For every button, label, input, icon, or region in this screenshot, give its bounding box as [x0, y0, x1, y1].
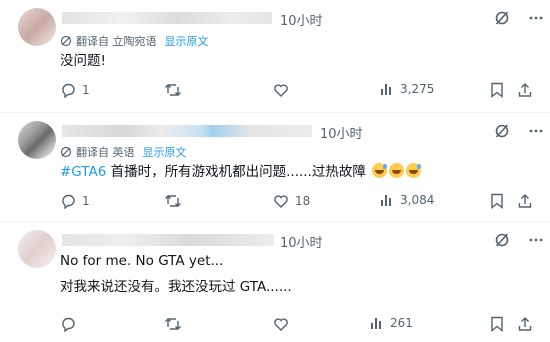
- share-icon: [518, 194, 532, 208]
- post-time[interactable]: 10小时: [280, 10, 323, 29]
- reply-count: 1: [82, 194, 90, 208]
- share-icon: [518, 317, 532, 331]
- blurred-username[interactable]: [62, 125, 312, 137]
- like-button[interactable]: 18: [273, 193, 310, 209]
- action-bar: 261: [60, 316, 540, 334]
- share-button[interactable]: [517, 316, 533, 332]
- view-count: 3,084: [400, 193, 435, 207]
- views-icon: [381, 84, 391, 95]
- repost-button[interactable]: [164, 193, 188, 209]
- reply-button[interactable]: [60, 316, 82, 332]
- translated-from-label: 翻译自 英语: [76, 146, 135, 159]
- grok-icon[interactable]: [494, 10, 510, 26]
- reply-icon: [62, 83, 75, 98]
- grinning-sweat-emoji: [372, 163, 388, 178]
- avatar[interactable]: [18, 121, 56, 159]
- views-button[interactable]: 261: [370, 316, 413, 330]
- grok-icon[interactable]: [494, 232, 510, 248]
- show-original-link[interactable]: 显示原文: [165, 33, 209, 49]
- reply-top-actions: [494, 232, 544, 248]
- post-time[interactable]: 10小时: [280, 232, 323, 251]
- action-bar: 1 3,275: [60, 82, 540, 100]
- translated-from-label: 翻译自 立陶宛语: [76, 35, 157, 48]
- heart-icon: [274, 195, 288, 208]
- share-icon: [518, 83, 532, 97]
- bookmark-icon: [491, 82, 503, 98]
- bookmark-button[interactable]: [490, 193, 504, 209]
- grok-icon[interactable]: [494, 123, 510, 139]
- translate-icon: [60, 146, 72, 158]
- reply-top-actions: [494, 123, 544, 139]
- post-time[interactable]: 10小时: [320, 123, 363, 142]
- views-icon: [371, 318, 381, 329]
- view-count: 3,275: [400, 82, 435, 96]
- like-count: 18: [295, 194, 311, 208]
- repost-button[interactable]: [164, 82, 188, 98]
- reply-text-translated: 对我来说还没有。我还没玩过 GTA......: [60, 279, 292, 295]
- like-button[interactable]: [273, 82, 295, 98]
- reply-top-actions: [494, 10, 544, 26]
- reply-text: 没问题!: [60, 53, 106, 69]
- repost-icon: [165, 84, 181, 96]
- more-options-icon[interactable]: [528, 232, 544, 248]
- heart-icon: [274, 84, 288, 97]
- avatar[interactable]: [18, 230, 56, 268]
- heart-icon: [274, 318, 288, 331]
- rofl-emoji: [389, 163, 405, 178]
- avatar[interactable]: [18, 8, 56, 46]
- like-button[interactable]: [273, 316, 295, 332]
- views-button[interactable]: 3,275: [380, 82, 434, 96]
- reply-item-1[interactable]: 10小时 翻译自 立陶宛语 显示原文 没问题! 1 3,275: [0, 0, 550, 112]
- translation-note: 翻译自 英语 显示原文: [60, 144, 187, 160]
- more-options-icon[interactable]: [528, 123, 544, 139]
- reply-item-3[interactable]: 10小时 No for me. No GTA yet... 对我来说还没有。我还…: [0, 222, 550, 342]
- translate-icon: [60, 35, 72, 47]
- reply-feed: 10小时 翻译自 立陶宛语 显示原文 没问题! 1 3,275 10小时 翻译自…: [0, 0, 550, 342]
- blurred-username[interactable]: [62, 12, 272, 24]
- reply-text: #GTA6 首播时，所有游戏机都出问题......过热故障: [60, 163, 422, 181]
- share-button[interactable]: [517, 193, 533, 209]
- views-button[interactable]: 3,084: [380, 193, 434, 207]
- views-icon: [381, 195, 391, 206]
- show-original-link[interactable]: 显示原文: [143, 144, 187, 160]
- translation-note: 翻译自 立陶宛语 显示原文: [60, 33, 209, 49]
- reply-button[interactable]: 1: [60, 82, 90, 98]
- repost-button[interactable]: [164, 316, 188, 332]
- hashtag-link[interactable]: #GTA6: [60, 164, 106, 180]
- repost-icon: [165, 318, 181, 330]
- reply-text-original: No for me. No GTA yet...: [60, 253, 224, 269]
- view-count: 261: [390, 316, 413, 330]
- grinning-sweat-emoji: [406, 163, 422, 178]
- blurred-username[interactable]: [62, 234, 274, 246]
- bookmark-icon: [491, 316, 503, 332]
- action-bar: 1 18 3,084: [60, 193, 540, 211]
- repost-icon: [165, 195, 181, 207]
- bookmark-icon: [491, 193, 503, 209]
- more-options-icon[interactable]: [528, 10, 544, 26]
- bookmark-button[interactable]: [490, 316, 504, 332]
- reply-count: 1: [82, 83, 90, 97]
- bookmark-button[interactable]: [490, 82, 504, 98]
- reply-icon: [62, 194, 75, 209]
- reply-icon: [62, 317, 75, 332]
- share-button[interactable]: [517, 82, 533, 98]
- reply-text-body: 首播时，所有游戏机都出问题......过热故障: [106, 164, 371, 180]
- reply-button[interactable]: 1: [60, 193, 90, 209]
- reply-item-2[interactable]: 10小时 翻译自 英语 显示原文 #GTA6 首播时，所有游戏机都出问题....…: [0, 113, 550, 221]
